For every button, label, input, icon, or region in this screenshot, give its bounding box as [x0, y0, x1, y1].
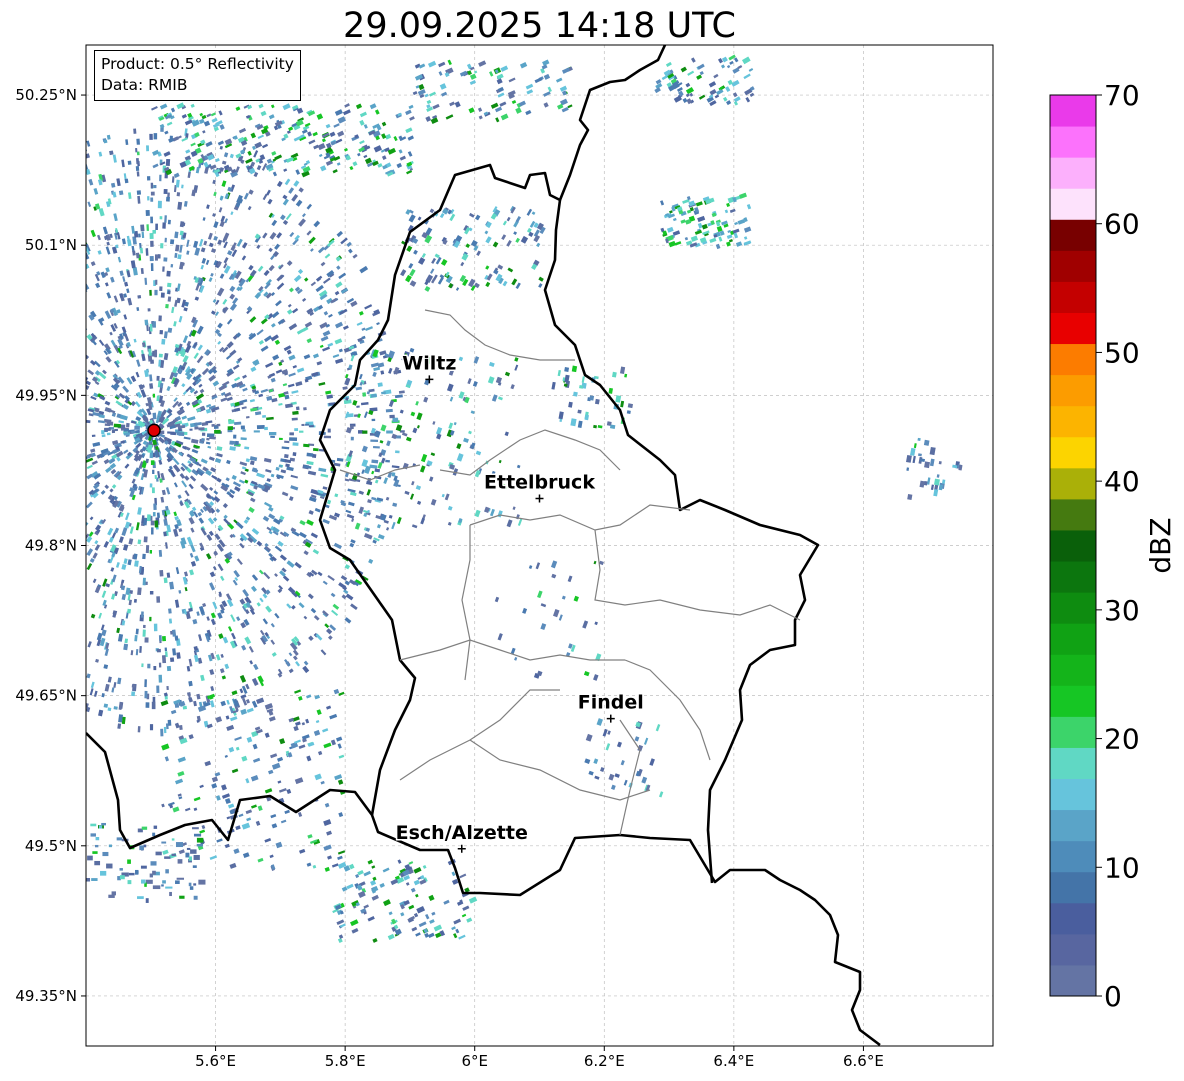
colorbar: 0 10 20 30 40 50 60 70 dBZ [1049, 79, 1177, 1013]
colorbar-segment [1050, 250, 1096, 282]
colorbar-segment [1050, 902, 1096, 935]
colorbar-segment [1050, 809, 1096, 842]
colorbar-segment [1050, 685, 1096, 717]
colorbar-tick-label: 30 [1104, 594, 1140, 627]
colorbar-tick-label: 40 [1104, 465, 1140, 498]
colorbar-segment [1050, 374, 1096, 407]
colorbar-segment [1050, 157, 1096, 189]
colorbar-tick-label: 60 [1104, 208, 1140, 241]
colorbar-segment [1050, 623, 1096, 655]
colorbar-segment [1050, 964, 1096, 997]
colorbar-segment [1050, 933, 1096, 966]
colorbar-segments [1050, 95, 1096, 997]
colorbar-tick-label: 0 [1104, 980, 1122, 1013]
colorbar-segment [1050, 778, 1096, 811]
colorbar-tick-label: 20 [1104, 723, 1140, 756]
colorbar-tick-label: 10 [1104, 851, 1140, 884]
colorbar-segment [1050, 126, 1096, 158]
colorbar-segment [1050, 529, 1096, 562]
colorbar-tick-label: 50 [1104, 336, 1140, 369]
colorbar-segment [1050, 840, 1096, 873]
colorbar-segment [1050, 716, 1096, 748]
colorbar-tick-label: 70 [1104, 79, 1140, 112]
colorbar-segment [1050, 95, 1096, 127]
colorbar-ticks: 0 10 20 30 40 50 60 70 [1096, 79, 1140, 1013]
colorbar-segment [1050, 281, 1096, 313]
colorbar-segment [1050, 219, 1096, 251]
colorbar-segment [1050, 436, 1096, 469]
colorbar-segment [1050, 654, 1096, 686]
colorbar-segment [1050, 561, 1096, 593]
colorbar-segment [1050, 747, 1096, 780]
colorbar-segment [1050, 188, 1096, 220]
colorbar-segment [1050, 467, 1096, 500]
colorbar-label: dBZ [1144, 517, 1177, 573]
colorbar-segment [1050, 498, 1096, 531]
colorbar-segment [1050, 592, 1096, 624]
colorbar-segment [1050, 343, 1096, 376]
colorbar-segment [1050, 312, 1096, 345]
colorbar-segment [1050, 405, 1096, 438]
colorbar-segment [1050, 871, 1096, 904]
